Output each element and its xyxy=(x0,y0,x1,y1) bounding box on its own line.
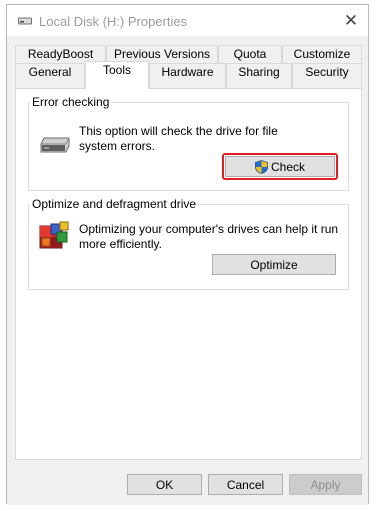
close-icon: ✕ xyxy=(343,10,359,30)
tab-quota[interactable]: Quota xyxy=(218,45,282,63)
apply-button-label: Apply xyxy=(310,477,341,492)
tab-customize[interactable]: Customize xyxy=(282,45,362,63)
drive-icon xyxy=(40,137,70,153)
tab-security[interactable]: Security xyxy=(292,63,362,88)
error-checking-description-line1: This option will check the drive for fil… xyxy=(79,124,278,138)
optimize-description-line1: Optimizing your computer's drives can he… xyxy=(79,222,339,236)
window-title: Local Disk (H:) Properties xyxy=(39,14,188,29)
optimize-button-label: Optimize xyxy=(250,257,298,272)
defrag-icon xyxy=(39,221,69,249)
check-button[interactable]: Check xyxy=(225,156,335,177)
drive-icon xyxy=(18,17,32,25)
properties-dialog: Local Disk (H:) Properties ✕ ReadyBoost … xyxy=(6,4,369,505)
error-checking-heading: Error checking xyxy=(30,95,112,109)
cancel-button-label: Cancel xyxy=(226,477,265,492)
apply-button[interactable]: Apply xyxy=(289,474,362,495)
tab-hardware[interactable]: Hardware xyxy=(149,63,226,88)
tab-general[interactable]: General xyxy=(15,63,85,88)
tab-tools[interactable]: Tools xyxy=(85,61,149,89)
tools-tab-panel: Error checking This option will check th… xyxy=(15,88,362,460)
optimize-description-line2: more efficiently. xyxy=(79,237,162,251)
ok-button[interactable]: OK xyxy=(127,474,202,495)
error-checking-description-line2: system errors. xyxy=(79,139,156,153)
optimize-group xyxy=(28,204,349,290)
check-button-label: Check xyxy=(270,159,305,174)
optimize-button[interactable]: Optimize xyxy=(212,254,336,275)
close-button[interactable]: ✕ xyxy=(334,5,368,36)
ok-button-label: OK xyxy=(155,477,174,492)
uac-shield-icon xyxy=(255,159,268,174)
optimize-heading: Optimize and defragment drive xyxy=(30,197,199,211)
title-bar: Local Disk (H:) Properties ✕ xyxy=(7,5,368,36)
tab-sharing[interactable]: Sharing xyxy=(226,63,292,88)
dialog-footer: OK Cancel Apply xyxy=(7,465,368,505)
cancel-button[interactable]: Cancel xyxy=(208,474,283,495)
